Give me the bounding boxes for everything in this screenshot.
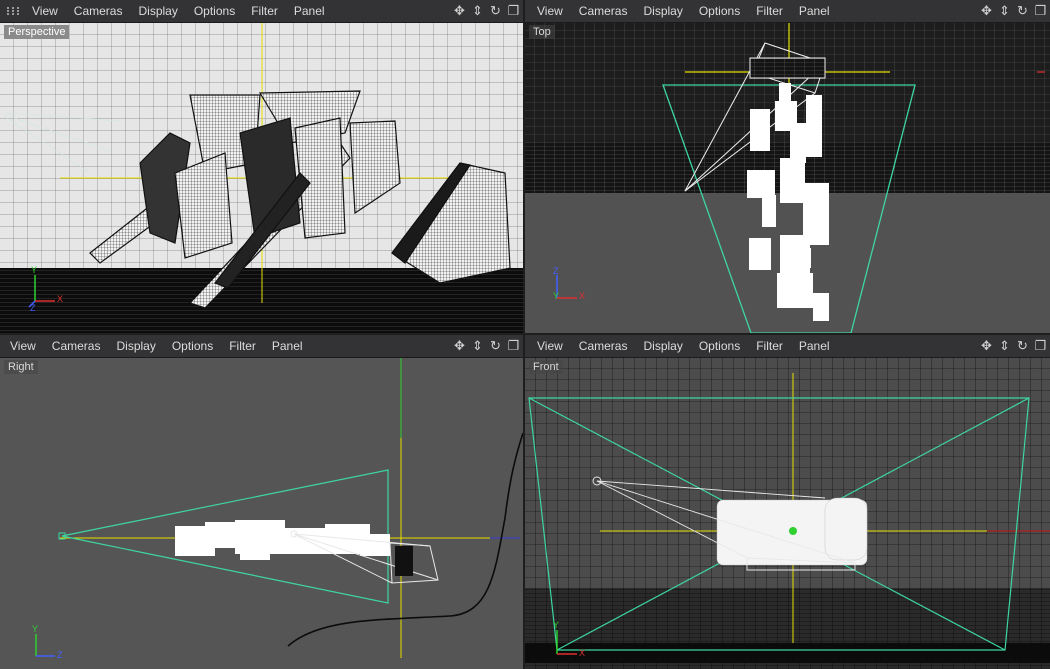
viewport-label: Perspective xyxy=(4,25,70,39)
menu-cameras[interactable]: Cameras xyxy=(66,0,131,22)
axis-x-label: X xyxy=(57,294,64,304)
perspective-canvas[interactable]: Y X Z xyxy=(0,23,523,333)
top-canvas[interactable]: Z X Y xyxy=(525,23,1050,333)
axis-z-label: Z xyxy=(57,650,63,660)
viewport-label: Front xyxy=(529,360,563,374)
menu-display[interactable]: Display xyxy=(635,0,690,22)
rotate-icon[interactable]: ↻ xyxy=(488,2,503,19)
menu-panel[interactable]: Panel xyxy=(264,335,311,357)
axis-y-label: Y xyxy=(553,291,560,301)
pivot-point xyxy=(789,527,797,535)
viewport-perspective[interactable]: View Cameras Display Options Filter Pane… xyxy=(0,0,523,333)
menu-display[interactable]: Display xyxy=(108,335,163,357)
menu-filter[interactable]: Filter xyxy=(243,0,286,22)
panel-grip-icon[interactable] xyxy=(6,4,20,18)
viewport-front[interactable]: View Cameras Display Options Filter Pane… xyxy=(525,335,1050,669)
menu-display[interactable]: Display xyxy=(130,0,185,22)
camera-body xyxy=(395,546,413,576)
rotate-icon[interactable]: ↻ xyxy=(1015,337,1030,354)
menu-filter[interactable]: Filter xyxy=(748,0,791,22)
rotate-icon[interactable]: ↻ xyxy=(488,337,503,354)
menu-view[interactable]: View xyxy=(2,335,44,357)
viewport-label: Top xyxy=(529,25,555,39)
menu-options[interactable]: Options xyxy=(186,0,243,22)
zoom-icon[interactable]: ⇕ xyxy=(470,2,485,19)
menu-view[interactable]: View xyxy=(529,335,571,357)
axis-y-label: Y xyxy=(32,624,39,634)
rotate-icon[interactable]: ↻ xyxy=(1015,2,1030,19)
zoom-icon[interactable]: ⇕ xyxy=(997,2,1012,19)
maximize-icon[interactable]: ❐ xyxy=(506,2,521,19)
axis-x-label: X xyxy=(579,648,586,658)
floor-band xyxy=(525,643,1050,663)
menu-cameras[interactable]: Cameras xyxy=(571,335,636,357)
right-canvas[interactable]: Y Z xyxy=(0,358,523,669)
axis-z-label: Z xyxy=(553,266,559,276)
axis-y-label: Y xyxy=(553,620,560,630)
zoom-icon[interactable]: ⇕ xyxy=(997,337,1012,354)
move-icon[interactable]: ✥ xyxy=(979,337,994,354)
maximize-icon[interactable]: ❐ xyxy=(1033,337,1048,354)
menu-panel[interactable]: Panel xyxy=(791,0,838,22)
viewport-top[interactable]: View Cameras Display Options Filter Pane… xyxy=(525,0,1050,333)
viewport-label: Right xyxy=(4,360,38,374)
zoom-icon[interactable]: ⇕ xyxy=(470,337,485,354)
maximize-icon[interactable]: ❐ xyxy=(506,337,521,354)
menu-options[interactable]: Options xyxy=(691,0,748,22)
axis-y-label: Y xyxy=(31,265,38,275)
menu-display[interactable]: Display xyxy=(635,335,690,357)
menu-view[interactable]: View xyxy=(529,0,571,22)
move-icon[interactable]: ✥ xyxy=(452,2,467,19)
menu-options[interactable]: Options xyxy=(164,335,221,357)
axis-z-label: Z xyxy=(30,303,36,313)
move-icon[interactable]: ✥ xyxy=(452,337,467,354)
menu-filter[interactable]: Filter xyxy=(221,335,264,357)
menu-view[interactable]: View xyxy=(24,0,66,22)
axis-x-label: X xyxy=(579,291,586,301)
menu-options[interactable]: Options xyxy=(691,335,748,357)
viewport-right[interactable]: View Cameras Display Options Filter Pane… xyxy=(0,335,523,669)
viewport-menubar: View Cameras Display Options Filter Pane… xyxy=(0,0,523,23)
menu-cameras[interactable]: Cameras xyxy=(44,335,109,357)
menu-panel[interactable]: Panel xyxy=(286,0,333,22)
front-canvas[interactable]: Y X xyxy=(525,358,1050,669)
viewport-menubar: View Cameras Display Options Filter Pane… xyxy=(525,335,1050,358)
menu-filter[interactable]: Filter xyxy=(748,335,791,357)
viewport-menubar: View Cameras Display Options Filter Pane… xyxy=(0,335,523,358)
maximize-icon[interactable]: ❐ xyxy=(1033,2,1048,19)
menu-cameras[interactable]: Cameras xyxy=(571,0,636,22)
move-icon[interactable]: ✥ xyxy=(979,2,994,19)
menu-panel[interactable]: Panel xyxy=(791,335,838,357)
viewport-menubar: View Cameras Display Options Filter Pane… xyxy=(525,0,1050,23)
